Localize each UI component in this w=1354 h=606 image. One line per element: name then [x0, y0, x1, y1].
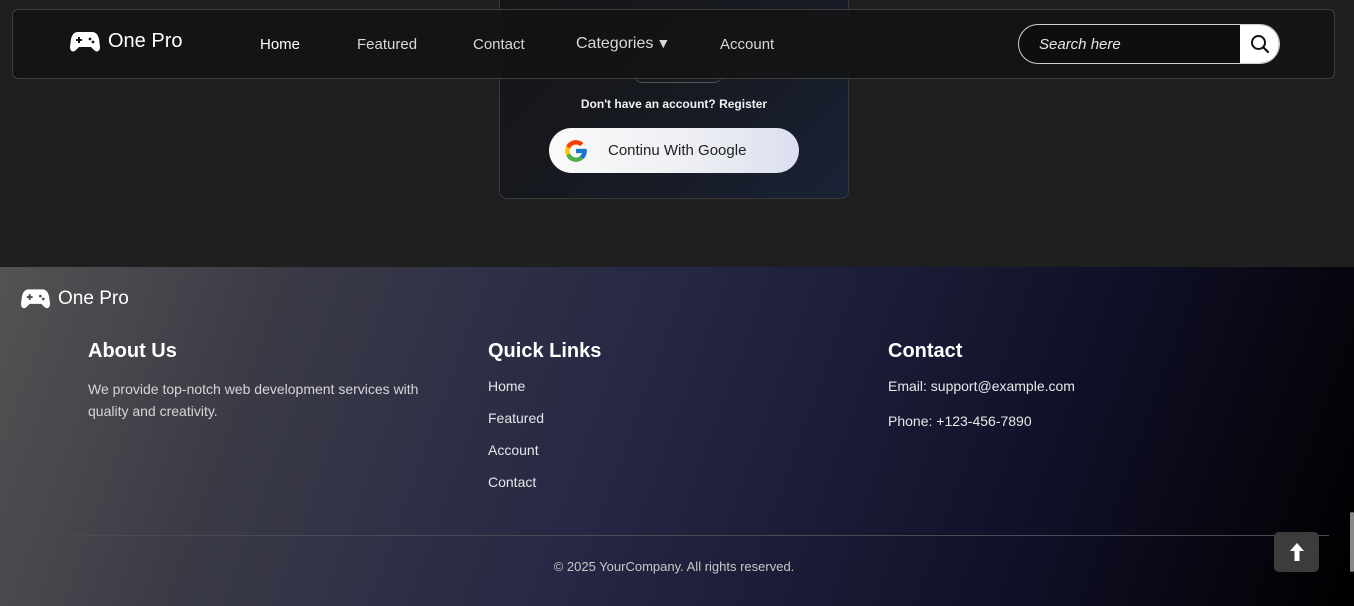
search-box	[1018, 24, 1280, 64]
contact-phone: Phone: +123-456-7890	[888, 413, 1032, 429]
nav-categories[interactable]: Categories ▼	[576, 35, 720, 53]
footer-brand[interactable]: One Pro	[21, 288, 129, 310]
nav-home[interactable]: Home	[260, 36, 357, 53]
register-prompt[interactable]: Don't have an account? Register	[500, 97, 848, 111]
nav-categories-label: Categories	[576, 35, 654, 52]
footer: One Pro About Us We provide top-notch we…	[0, 267, 1354, 606]
contact-email: Email: support@example.com	[888, 378, 1075, 394]
about-title: About Us	[88, 340, 177, 362]
footer-link-account[interactable]: Account	[488, 442, 601, 458]
page: Don't have an account? Register Continu …	[0, 0, 1354, 606]
arrow-up-icon	[1289, 543, 1304, 561]
gamepad-icon	[70, 31, 100, 53]
search-button[interactable]	[1240, 25, 1279, 63]
brand[interactable]: One Pro	[70, 30, 182, 53]
navbar: One Pro Home Featured Contact Categories…	[12, 9, 1335, 79]
nav-account[interactable]: Account	[720, 36, 774, 53]
google-signin-label: Continu With Google	[608, 142, 747, 159]
footer-link-featured[interactable]: Featured	[488, 410, 601, 426]
nav-contact[interactable]: Contact	[473, 36, 576, 53]
scrollbar[interactable]	[1350, 512, 1354, 572]
nav-featured[interactable]: Featured	[357, 36, 473, 53]
quick-links-title: Quick Links	[488, 340, 602, 362]
back-to-top-button[interactable]	[1274, 532, 1319, 572]
google-icon	[563, 138, 589, 164]
footer-divider	[16, 535, 1329, 536]
about-text: We provide top-notch web development ser…	[88, 381, 419, 419]
footer-about: About Us We provide top-notch web develo…	[88, 340, 438, 422]
footer-link-home[interactable]: Home	[488, 378, 601, 394]
contact-title: Contact	[888, 340, 963, 362]
footer-link-contact[interactable]: Contact	[488, 474, 601, 490]
gamepad-icon	[21, 288, 50, 310]
search-input[interactable]	[1019, 25, 1240, 63]
brand-name: One Pro	[108, 30, 183, 52]
footer-contact: Contact Email: support@example.com Phone…	[888, 340, 1075, 448]
footer-brand-name: One Pro	[58, 288, 129, 309]
google-signin-button[interactable]: Continu With Google	[549, 128, 799, 173]
caret-down-icon: ▼	[656, 35, 671, 51]
footer-quick-links: Quick Links Home Featured Account Contac…	[488, 340, 601, 506]
search-icon	[1250, 35, 1269, 54]
copyright: © 2025 YourCompany. All rights reserved.	[553, 559, 795, 574]
nav-links: Home Featured Contact Categories ▼ Accoun…	[260, 35, 774, 53]
